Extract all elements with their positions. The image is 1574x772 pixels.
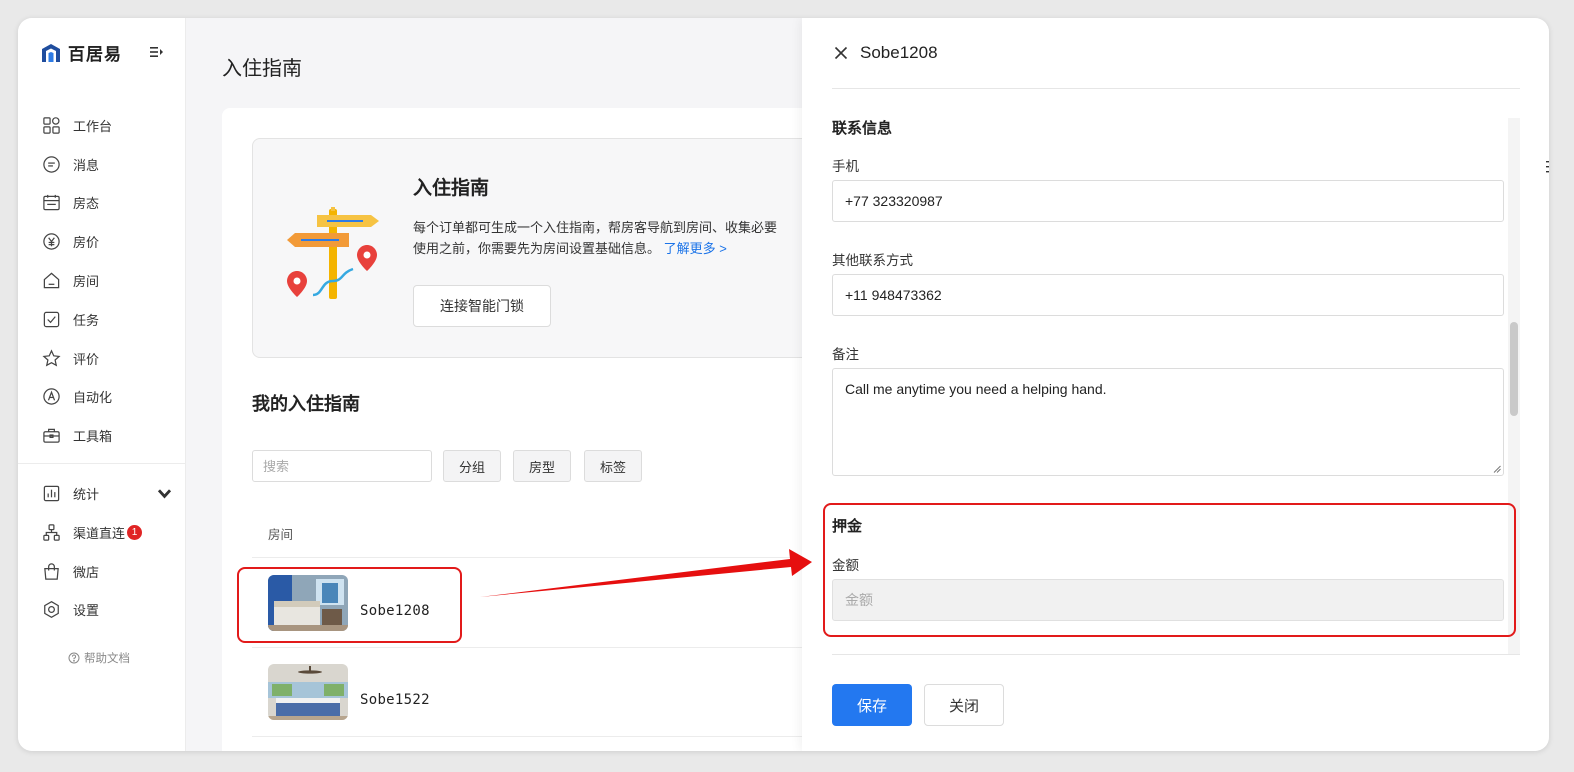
settings-icon [44,601,59,619]
save-button[interactable]: 保存 [832,684,912,726]
resize-grip-icon[interactable] [1493,465,1501,473]
row-divider [252,736,832,737]
note-text: Call me anytime you need a helping hand. [845,381,1107,397]
question-circle-icon [68,652,80,664]
sidebar-item-channel[interactable]: 渠道直连 1 [18,513,186,552]
help-docs-label: 帮助文档 [84,653,130,665]
row-divider [252,647,832,648]
room-thumbnail[interactable] [268,664,348,720]
phone-label: 手机 [832,159,859,174]
sidebar-divider [18,463,186,465]
sidebar: 百居易 工作台 消息 房态 房价 房间 任务 评价 自动化 工具箱 统计 渠道直… [18,18,186,751]
sidebar-item-rooms[interactable]: 房间 [18,261,186,300]
message-icon [43,155,60,173]
checkbox-icon [43,311,60,328]
sidebar-item-dashboard[interactable]: 工作台 [18,106,186,145]
sidebar-item-label: 评价 [73,351,100,367]
sidebar-item-price[interactable]: 房价 [18,222,186,261]
note-label: 备注 [832,347,859,362]
drawer-scrollbar-thumb[interactable] [1510,322,1518,416]
sidebar-item-shop[interactable]: 微店 [18,552,186,591]
edge-menu-icon [1546,161,1549,173]
sidebar-item-label: 房间 [73,274,100,290]
deposit-highlight-annotation [823,503,1516,637]
sidebar-item-label: 微店 [73,564,100,580]
room-highlight-annotation [237,567,462,643]
guide-detail-drawer: Sobe1208 联系信息 手机 +77 323320987 其他联系方式 +1… [802,18,1549,751]
contact-section-title: 联系信息 [832,120,893,137]
chart-icon [43,485,60,502]
logo-icon [42,43,60,62]
signpost-illustration-icon [287,207,379,299]
help-docs-link[interactable]: 帮助文档 [68,650,130,666]
collapse-menu-icon[interactable] [150,46,164,58]
calendar-icon [43,195,60,211]
intro-line-1: 每个订单都可生成一个入住指南，帮房客导航到房间、收集必要 [413,220,778,235]
sidebar-item-statistics[interactable]: 统计 [18,474,186,513]
sidebar-item-settings[interactable]: 设置 [18,591,186,630]
room-photo-icon [268,664,348,720]
automation-icon [43,388,60,406]
intro-line-2: 使用之前，你需要先为房间设置基础信息。 了解更多 > [413,238,853,259]
note-textarea[interactable]: Call me anytime you need a helping hand. [832,368,1504,476]
sidebar-item-label: 设置 [73,603,100,619]
logo-text: 百居易 [68,45,122,64]
my-guides-title: 我的入住指南 [252,394,360,414]
close-icon[interactable] [834,46,848,60]
sidebar-item-tasks[interactable]: 任务 [18,300,186,339]
sidebar-item-messages[interactable]: 消息 [18,145,186,184]
drawer-footer-divider [832,654,1520,655]
toolbox-icon [43,428,60,444]
drawer-header-divider [832,88,1520,89]
phone-field[interactable]: +77 323320987 [832,180,1504,222]
sidebar-item-label: 房价 [73,235,100,251]
app-window: 百居易 工作台 消息 房态 房价 房间 任务 评价 自动化 工具箱 统计 渠道直… [18,18,1549,751]
sidebar-item-label: 任务 [73,312,100,328]
sidebar-item-label: 渠道直连 [73,525,126,541]
intro-line-2-text: 使用之前，你需要先为房间设置基础信息。 [413,241,661,256]
logo[interactable]: 百居易 [40,40,122,65]
home-icon [43,272,60,289]
column-header-room: 房间 [268,528,294,542]
content-card: 入住指南 每个订单都可生成一个入住指南，帮房客导航到房间、收集必要 使用之前，你… [222,108,872,751]
sidebar-item-label: 工具箱 [73,429,113,445]
connect-smart-lock-button[interactable]: 连接智能门锁 [413,285,551,327]
sidebar-nav: 工作台 消息 房态 房价 房间 任务 评价 自动化 工具箱 统计 渠道直连 1 … [18,106,186,629]
yen-icon [43,233,60,250]
filter-group-button[interactable]: 分组 [443,450,501,482]
sidebar-item-label: 房态 [73,196,100,212]
room-name[interactable]: Sobe1522 [360,692,430,708]
sidebar-item-label: 工作台 [73,118,113,134]
filter-room-type-button[interactable]: 房型 [513,450,571,482]
chevron-down-icon[interactable] [155,484,174,503]
star-icon [42,349,61,367]
sidebar-item-label: 统计 [73,487,100,503]
intro-box: 入住指南 每个订单都可生成一个入住指南，帮房客导航到房间、收集必要 使用之前，你… [252,138,872,358]
sidebar-item-label: 消息 [73,157,100,173]
drawer-title: Sobe1208 [860,43,938,62]
sidebar-item-label: 自动化 [73,390,113,406]
other-contact-field[interactable]: +11 948473362 [832,274,1504,316]
table-header-divider [252,557,832,558]
sidebar-item-automation[interactable]: 自动化 [18,378,186,417]
channel-icon [43,524,60,541]
dashboard-icon [43,117,60,134]
notification-badge: 1 [127,524,143,540]
page-title: 入住指南 [222,58,302,80]
intro-title: 入住指南 [413,178,490,199]
intro-description: 每个订单都可生成一个入住指南，帮房客导航到房间、收集必要 使用之前，你需要先为房… [413,217,853,259]
search-input[interactable] [252,450,432,482]
sidebar-item-room-status[interactable]: 房态 [18,184,186,223]
shop-icon [44,563,59,580]
close-button[interactable]: 关闭 [924,684,1004,726]
sidebar-item-toolbox[interactable]: 工具箱 [18,416,186,455]
learn-more-link[interactable]: 了解更多 > [664,241,727,256]
sidebar-item-reviews[interactable]: 评价 [18,339,186,378]
filter-tag-button[interactable]: 标签 [584,450,642,482]
other-contact-label: 其他联系方式 [832,253,913,268]
